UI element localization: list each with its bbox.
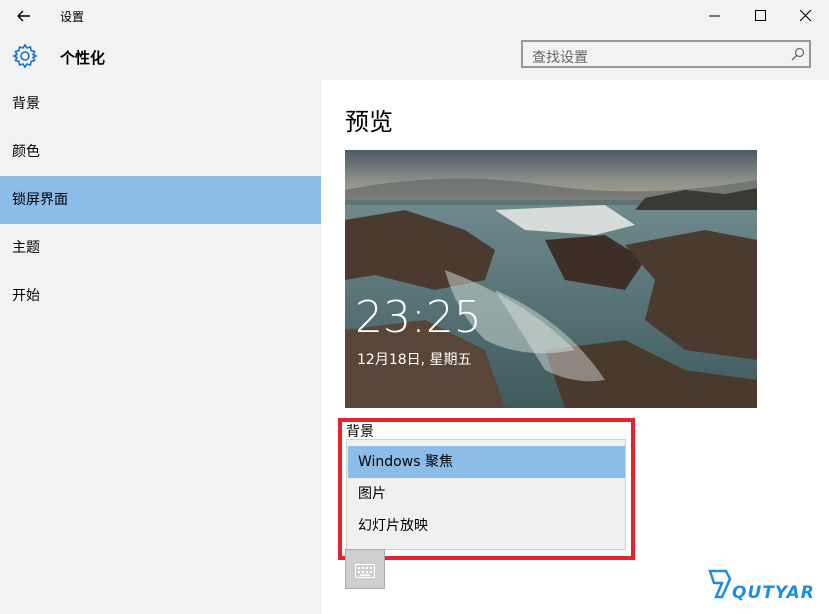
sidebar-item-label: 颜色	[12, 144, 40, 160]
app-tile-button[interactable]	[345, 549, 385, 589]
sidebar-item-label: 背景	[12, 96, 40, 112]
background-label: 背景	[346, 424, 374, 440]
close-icon	[800, 10, 812, 22]
maximize-button[interactable]	[738, 0, 784, 32]
window-title: 设置	[60, 10, 85, 24]
sidebar-item-start[interactable]: 开始	[0, 272, 321, 320]
back-button[interactable]	[10, 4, 38, 28]
option-windows-spotlight[interactable]: Windows 聚焦	[348, 446, 625, 478]
back-arrow-icon	[17, 10, 30, 22]
maximize-icon	[755, 10, 766, 21]
lock-screen-preview: 23:25 12月18日, 星期五	[345, 150, 757, 408]
close-button[interactable]	[783, 0, 829, 32]
minimize-button[interactable]	[692, 0, 738, 32]
logo-mark-icon	[708, 569, 732, 599]
lock-date: 12月18日, 星期五	[357, 352, 472, 368]
background-dropdown-list[interactable]: Windows 聚焦 图片 幻灯片放映	[346, 439, 626, 550]
section-title: 预览	[345, 108, 393, 136]
search-input[interactable]: 查找设置	[521, 40, 811, 68]
sidebar-item-label: 开始	[12, 288, 40, 304]
search-icon[interactable]	[791, 47, 805, 61]
sidebar-item-themes[interactable]: 主题	[0, 224, 321, 272]
option-label: 幻灯片放映	[358, 518, 428, 534]
option-slideshow[interactable]: 幻灯片放映	[348, 510, 625, 542]
page-title: 个性化	[60, 49, 106, 67]
watermark-text: QUTYAR	[732, 583, 815, 603]
sidebar-item-label: 主题	[12, 240, 40, 256]
option-label: Windows 聚焦	[358, 454, 453, 470]
gear-icon	[12, 43, 38, 69]
sidebar-item-label: 锁屏界面	[12, 192, 68, 208]
page-header: 个性化 查找设置	[0, 32, 829, 80]
option-picture[interactable]: 图片	[348, 478, 625, 510]
lock-time: 23:25	[355, 292, 482, 343]
sidebar: 背景 颜色 锁屏界面 主题 开始	[0, 80, 321, 614]
sidebar-item-background[interactable]: 背景	[0, 80, 321, 128]
option-label: 图片	[358, 486, 386, 502]
minimize-icon	[709, 15, 720, 17]
lock-screen-preview-image	[345, 150, 757, 408]
search-placeholder: 查找设置	[532, 50, 588, 66]
main-content: 预览 23:25 12月18日, 星期五 背景 Windows 聚焦 图片 幻灯…	[321, 80, 829, 614]
sidebar-item-colors[interactable]: 颜色	[0, 128, 321, 176]
keyboard-icon	[355, 564, 375, 578]
watermark-logo: QUTYAR	[706, 561, 821, 607]
sidebar-item-lock-screen[interactable]: 锁屏界面	[0, 176, 321, 224]
title-bar: 设置	[0, 0, 829, 32]
